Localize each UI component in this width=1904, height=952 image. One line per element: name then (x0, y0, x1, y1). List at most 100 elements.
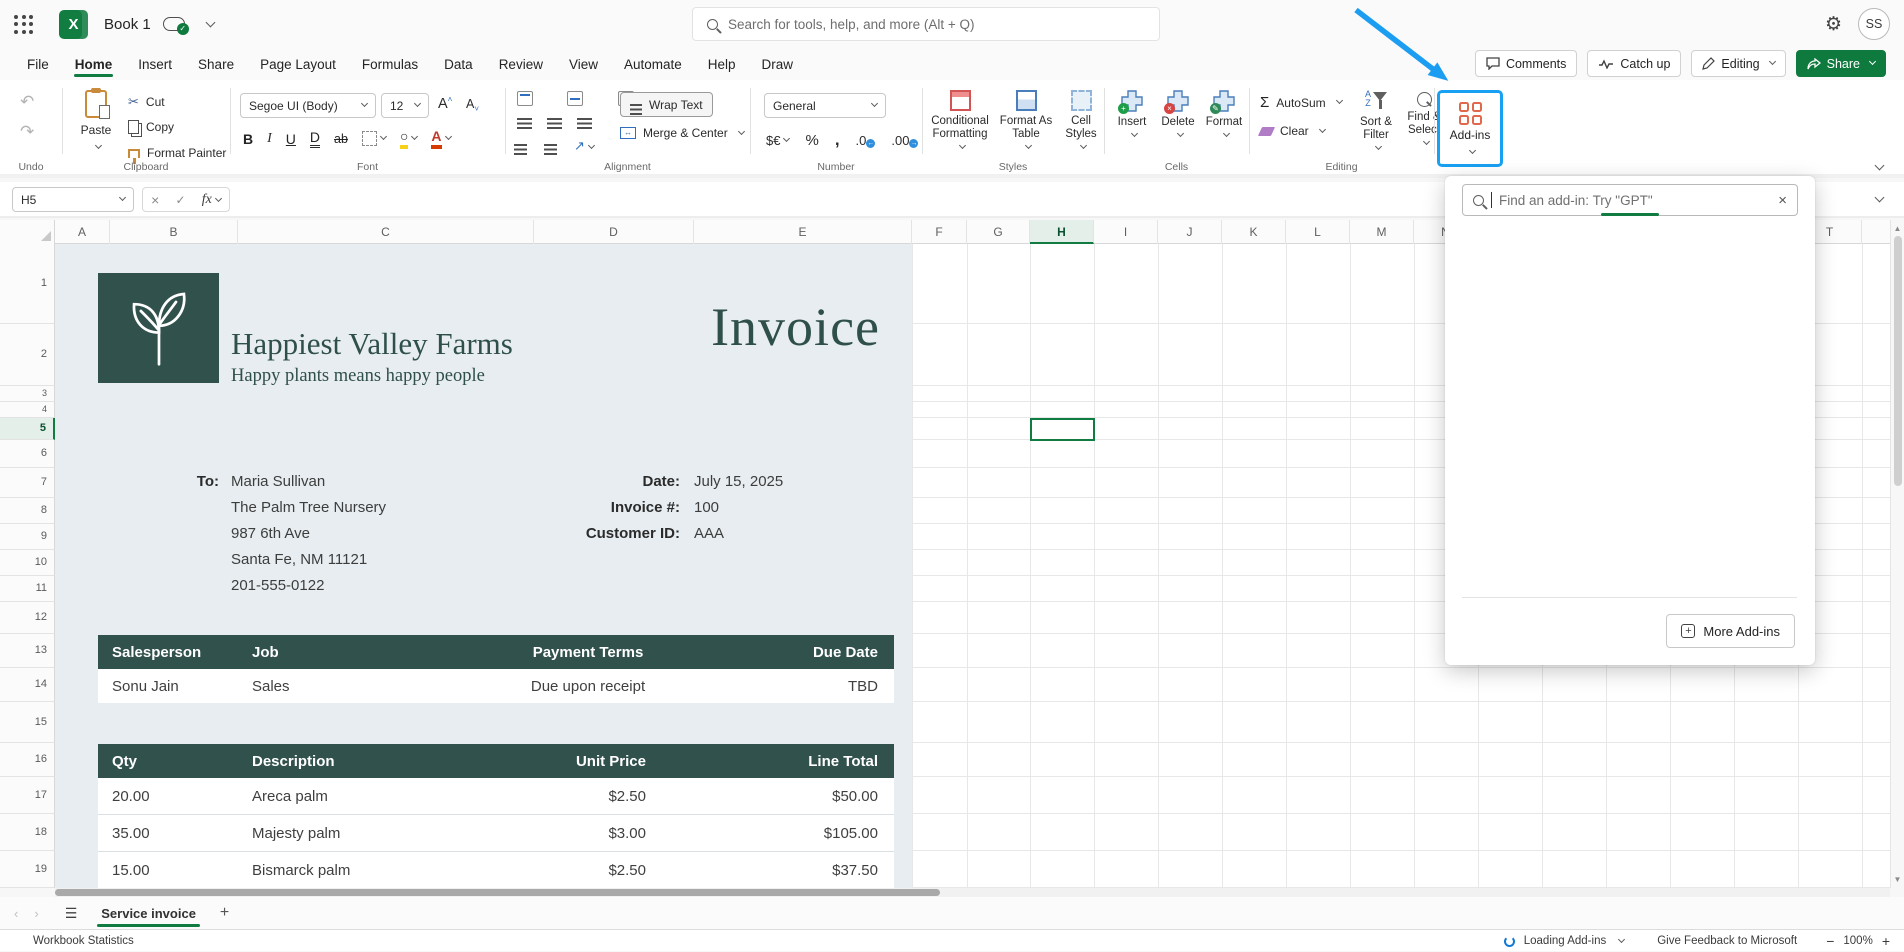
clear-search-icon[interactable]: × (1778, 192, 1787, 209)
strikethrough-button[interactable]: ab (334, 132, 348, 146)
align-left-icon[interactable] (517, 118, 532, 120)
feedback-link[interactable]: Give Feedback to Microsoft (1657, 935, 1797, 947)
row-header-1[interactable]: 1 (0, 244, 55, 324)
align-right-icon[interactable] (577, 118, 592, 120)
more-add-ins-button[interactable]: + More Add-ins (1666, 614, 1795, 648)
horizontal-scrollbar[interactable] (55, 888, 1890, 897)
menu-item-file[interactable]: File (14, 48, 62, 80)
insert-cells-button[interactable]: + Insert (1110, 90, 1154, 142)
excel-logo-icon[interactable]: X (59, 10, 88, 39)
scroll-up-icon[interactable]: ▲ (1891, 224, 1904, 233)
format-as-table-button[interactable]: Format As Table (996, 90, 1056, 154)
vertical-scrollbar[interactable]: ▲ ▼ (1890, 220, 1904, 888)
menu-item-view[interactable]: View (556, 48, 611, 80)
workbook-title[interactable]: Book 1 (104, 16, 151, 33)
row-header-16[interactable]: 16 (0, 743, 55, 777)
sheet-list-icon[interactable]: ☰ (65, 905, 78, 922)
row-header-18[interactable]: 18 (0, 814, 55, 851)
decrease-font-icon[interactable]: A˅ (466, 97, 479, 114)
delete-cells-button[interactable]: × Delete (1156, 90, 1200, 142)
catch-up-button[interactable]: Catch up (1587, 50, 1681, 77)
menu-item-home[interactable]: Home (62, 48, 126, 80)
menu-item-automate[interactable]: Automate (611, 48, 695, 80)
zoom-out-icon[interactable]: − (1826, 933, 1834, 949)
row-header-13[interactable]: 13 (0, 634, 55, 668)
copy-button[interactable]: Copy (128, 120, 174, 134)
wrap-text-button[interactable]: Wrap Text (620, 92, 713, 117)
row-header-9[interactable]: 9 (0, 524, 55, 550)
column-header-B[interactable]: B (110, 220, 238, 244)
double-underline-button[interactable]: D (310, 129, 320, 148)
ribbon-collapse-chevron-icon[interactable] (1875, 161, 1885, 171)
column-header-D[interactable]: D (534, 220, 694, 244)
column-header-M[interactable]: M (1350, 220, 1414, 244)
column-header-L[interactable]: L (1286, 220, 1350, 244)
next-sheet-icon[interactable]: › (34, 906, 38, 921)
row-header-2[interactable]: 2 (0, 324, 55, 386)
add-in-search-input[interactable]: Find an add-in: Try "GPT" × (1462, 184, 1798, 216)
column-header-H[interactable]: H (1030, 220, 1094, 244)
global-search-input[interactable]: Search for tools, help, and more (Alt + … (692, 7, 1160, 41)
undo-icon[interactable]: ↶ (20, 92, 34, 112)
menu-item-share[interactable]: Share (185, 48, 247, 80)
redo-icon[interactable]: ↷ (20, 122, 34, 142)
number-format-select[interactable]: General (764, 93, 886, 118)
row-header-10[interactable]: 10 (0, 550, 55, 576)
row-header-14[interactable]: 14 (0, 668, 55, 702)
comments-button[interactable]: Comments (1475, 50, 1577, 77)
cancel-entry-icon[interactable]: × (151, 192, 159, 208)
settings-gear-icon[interactable]: ⚙ (1825, 13, 1842, 36)
conditional-formatting-button[interactable]: Conditional Formatting (928, 90, 992, 154)
zoom-in-icon[interactable]: + (1882, 933, 1890, 949)
share-button[interactable]: Share (1796, 50, 1886, 77)
app-launcher-icon[interactable] (14, 15, 33, 34)
editing-mode-button[interactable]: Editing (1691, 50, 1785, 77)
menu-item-data[interactable]: Data (431, 48, 486, 80)
align-center-icon[interactable] (547, 118, 562, 120)
loading-chevron-icon[interactable] (1618, 935, 1625, 942)
format-painter-button[interactable]: Format Painter (128, 146, 226, 160)
column-header-E[interactable]: E (694, 220, 912, 244)
decrease-decimal-button[interactable]: .0← (856, 133, 876, 148)
percent-format-button[interactable]: % (805, 132, 818, 149)
select-all-corner[interactable] (0, 220, 55, 244)
font-color-button[interactable]: A (431, 128, 450, 149)
add-sheet-icon[interactable]: + (220, 904, 229, 922)
align-top-icon[interactable] (517, 91, 533, 106)
selected-cell-H5[interactable] (1030, 418, 1095, 441)
column-header-I[interactable]: I (1094, 220, 1158, 244)
confirm-entry-icon[interactable]: ✓ (175, 193, 185, 207)
clear-button[interactable]: Clear (1260, 124, 1325, 138)
workbook-chevron-down-icon[interactable] (205, 17, 215, 27)
format-cells-button[interactable]: ✎ Format (1202, 90, 1246, 142)
column-header-C[interactable]: C (238, 220, 534, 244)
row-header-4[interactable]: 4 (0, 402, 55, 418)
comma-format-button[interactable]: , (835, 130, 840, 150)
decrease-indent-icon[interactable] (514, 144, 527, 146)
row-header-5[interactable]: 5 (0, 418, 55, 440)
column-header-G[interactable]: G (967, 220, 1030, 244)
avatar[interactable]: SS (1858, 8, 1890, 40)
menu-item-page-layout[interactable]: Page Layout (247, 48, 349, 80)
column-header-K[interactable]: K (1222, 220, 1286, 244)
formula-bar-expand-chevron-icon[interactable] (1875, 193, 1885, 203)
align-middle-icon[interactable] (567, 91, 583, 106)
menu-item-review[interactable]: Review (486, 48, 556, 80)
menu-item-insert[interactable]: Insert (125, 48, 185, 80)
row-header-19[interactable]: 19 (0, 851, 55, 888)
column-header-F[interactable]: F (912, 220, 967, 244)
font-family-select[interactable]: Segoe UI (Body) (240, 93, 376, 118)
menu-item-formulas[interactable]: Formulas (349, 48, 431, 80)
name-box[interactable]: H5 (12, 187, 134, 212)
zoom-level[interactable]: 100% (1843, 935, 1872, 947)
workbook-statistics[interactable]: Workbook Statistics (33, 935, 134, 947)
merge-center-button[interactable]: ↔ Merge & Center (620, 126, 744, 140)
autosum-button[interactable]: Σ AutoSum (1260, 94, 1342, 111)
font-size-select[interactable]: 12 (381, 93, 429, 118)
increase-font-icon[interactable]: A˄ (438, 95, 452, 112)
row-header-12[interactable]: 12 (0, 602, 55, 634)
menu-item-help[interactable]: Help (695, 48, 749, 80)
cut-button[interactable]: ✂Cut (128, 94, 165, 110)
currency-format-button[interactable]: $€ (766, 133, 789, 148)
row-header-7[interactable]: 7 (0, 468, 55, 498)
